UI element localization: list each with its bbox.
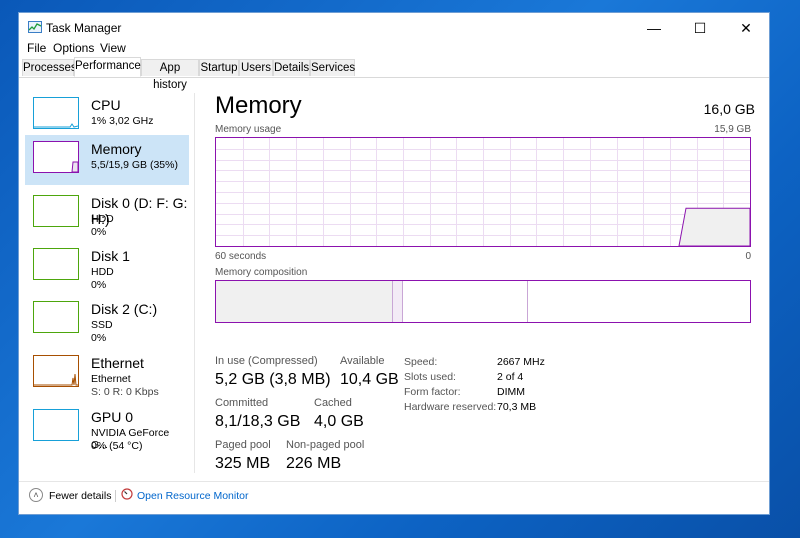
in-use-value: 5,2 GB (3,8 MB) — [215, 371, 331, 388]
committed-value: 8,1/18,3 GB — [215, 413, 301, 430]
tab-services[interactable]: Services — [310, 59, 355, 76]
close-icon: ✕ — [740, 19, 752, 36]
memory-composition-label: Memory composition — [215, 267, 308, 278]
memory-usage-max-label: 15,9 GB — [714, 124, 751, 135]
sidebar-divider — [194, 93, 195, 473]
sidebar-item-detail: 5,5/15,9 GB (35%) — [91, 159, 178, 171]
hardware-reserved-label: Hardware reserved: — [404, 401, 497, 413]
resource-monitor-icon[interactable] — [121, 488, 133, 500]
fewer-details-button[interactable]: Fewer details — [49, 490, 111, 502]
task-manager-app-icon — [28, 21, 42, 33]
sidebar-item-ethernet[interactable]: Ethernet Ethernet S: 0 R: 0 Kbps — [25, 349, 189, 399]
sidebar-item-cpu[interactable]: CPU 1% 3,02 GHz — [25, 91, 189, 141]
sidebar-item-gpu-0[interactable]: GPU 0 NVIDIA GeForce G... 0% (54 °C) — [25, 403, 189, 453]
sidebar-item-detail: SSD — [91, 319, 113, 331]
tab-users[interactable]: Users — [239, 59, 273, 76]
disk-2-thumbnail-graph — [33, 301, 79, 333]
tab-bar: Processes Performance App history Startu… — [19, 57, 769, 91]
sidebar-item-memory[interactable]: Memory 5,5/15,9 GB (35%) — [25, 135, 189, 185]
memory-usage-area — [678, 207, 751, 247]
cached-label: Cached — [314, 397, 352, 409]
footer-bar: ˄ Fewer details Open Resource Monitor — [19, 481, 769, 516]
speed-label: Speed: — [404, 356, 438, 368]
sidebar-item-usage: 0% — [91, 279, 107, 291]
sidebar-item-detail: 1% 3,02 GHz — [91, 115, 154, 127]
sidebar-item-usage: 0% (54 °C) — [91, 440, 143, 452]
sidebar-item-detail: HDD — [91, 266, 114, 278]
maximize-icon: ☐ — [693, 19, 707, 36]
committed-label: Committed — [215, 397, 269, 409]
sidebar-item-disk-0[interactable]: Disk 0 (D: F: G: H:) HDD 0% — [25, 189, 189, 239]
cached-value: 4,0 GB — [314, 413, 364, 430]
graph-x-right-label: 0 — [745, 251, 751, 262]
in-use-label: In use (Compressed) — [215, 355, 318, 367]
page-title: Memory — [215, 92, 302, 119]
disk-0-thumbnail-graph — [33, 195, 79, 227]
slots-used-label: Slots used: — [404, 371, 456, 383]
sidebar-item-title: Disk 1 — [91, 248, 130, 264]
title-bar[interactable]: Task Manager — ☐ ✕ — [19, 13, 769, 43]
tab-details[interactable]: Details — [273, 59, 310, 76]
composition-standby-divider — [527, 281, 528, 322]
gpu-0-thumbnail-graph — [33, 409, 79, 441]
tab-performance[interactable]: Performance — [74, 57, 141, 77]
ethernet-thumbnail-graph — [33, 355, 79, 387]
sidebar-item-title: GPU 0 — [91, 409, 134, 425]
tab-startup[interactable]: Startup — [199, 59, 239, 76]
footer-separator — [115, 490, 116, 502]
memory-thumbnail-graph — [33, 141, 79, 173]
sidebar-item-title: CPU — [91, 97, 121, 113]
menu-file[interactable]: File — [27, 41, 46, 55]
available-label: Available — [340, 355, 385, 367]
resource-sidebar: CPU 1% 3,02 GHz Memory 5,5/15,9 GB (35%)… — [19, 77, 195, 477]
available-value: 10,4 GB — [340, 371, 399, 388]
sidebar-item-detail: Ethernet — [91, 373, 131, 385]
tab-processes[interactable]: Processes — [22, 59, 77, 76]
window-title: Task Manager — [46, 21, 122, 35]
memory-usage-graph — [215, 137, 751, 247]
hardware-reserved-value: 70,3 MB — [497, 401, 537, 413]
memory-usage-graph-svg — [216, 138, 751, 247]
slots-used-value: 2 of 4 — [497, 371, 524, 383]
paged-pool-value: 325 MB — [215, 455, 271, 472]
minimize-icon: — — [647, 20, 661, 36]
paged-pool-label: Paged pool — [215, 439, 271, 451]
form-factor-label: Form factor: — [404, 386, 461, 398]
composition-in-use-segment — [216, 281, 393, 322]
sidebar-item-usage: 0% — [91, 226, 107, 238]
sidebar-item-title: Ethernet — [91, 355, 144, 371]
graph-x-left-label: 60 seconds — [215, 251, 267, 262]
sidebar-item-disk-2[interactable]: Disk 2 (C:) SSD 0% — [25, 295, 189, 345]
open-resource-monitor-link[interactable]: Open Resource Monitor — [137, 490, 248, 502]
chevron-up-icon[interactable]: ˄ — [29, 488, 43, 502]
disk-1-thumbnail-graph — [33, 248, 79, 280]
non-paged-pool-label: Non-paged pool — [286, 439, 365, 451]
sidebar-item-usage: 0% — [91, 332, 107, 344]
memory-composition-bar — [215, 280, 751, 323]
maximize-button[interactable]: ☐ — [677, 13, 723, 43]
sidebar-item-title: Memory — [91, 141, 142, 157]
sidebar-item-disk-1[interactable]: Disk 1 HDD 0% — [25, 242, 189, 292]
sidebar-item-usage: S: 0 R: 0 Kbps — [91, 386, 159, 398]
close-button[interactable]: ✕ — [723, 13, 769, 43]
cpu-thumbnail-graph — [33, 97, 79, 129]
minimize-button[interactable]: — — [631, 13, 677, 43]
sidebar-item-title: Disk 2 (C:) — [91, 301, 158, 317]
speed-value: 2667 MHz — [497, 356, 545, 368]
form-factor-value: DIMM — [497, 386, 525, 398]
memory-usage-label: Memory usage — [215, 124, 282, 135]
composition-modified-segment — [393, 281, 403, 322]
sidebar-item-detail: HDD — [91, 213, 114, 225]
tab-app-history[interactable]: App history — [141, 59, 199, 91]
menu-options[interactable]: Options — [53, 41, 94, 55]
memory-detail-panel: Memory 16,0 GB Memory usage 15,9 GB 60 s… — [215, 77, 755, 477]
menu-view[interactable]: View — [100, 41, 126, 55]
total-memory-label: 16,0 GB — [703, 101, 755, 117]
non-paged-pool-value: 226 MB — [286, 455, 342, 472]
task-manager-window: Task Manager — ☐ ✕ File Options View Pro… — [18, 12, 770, 515]
